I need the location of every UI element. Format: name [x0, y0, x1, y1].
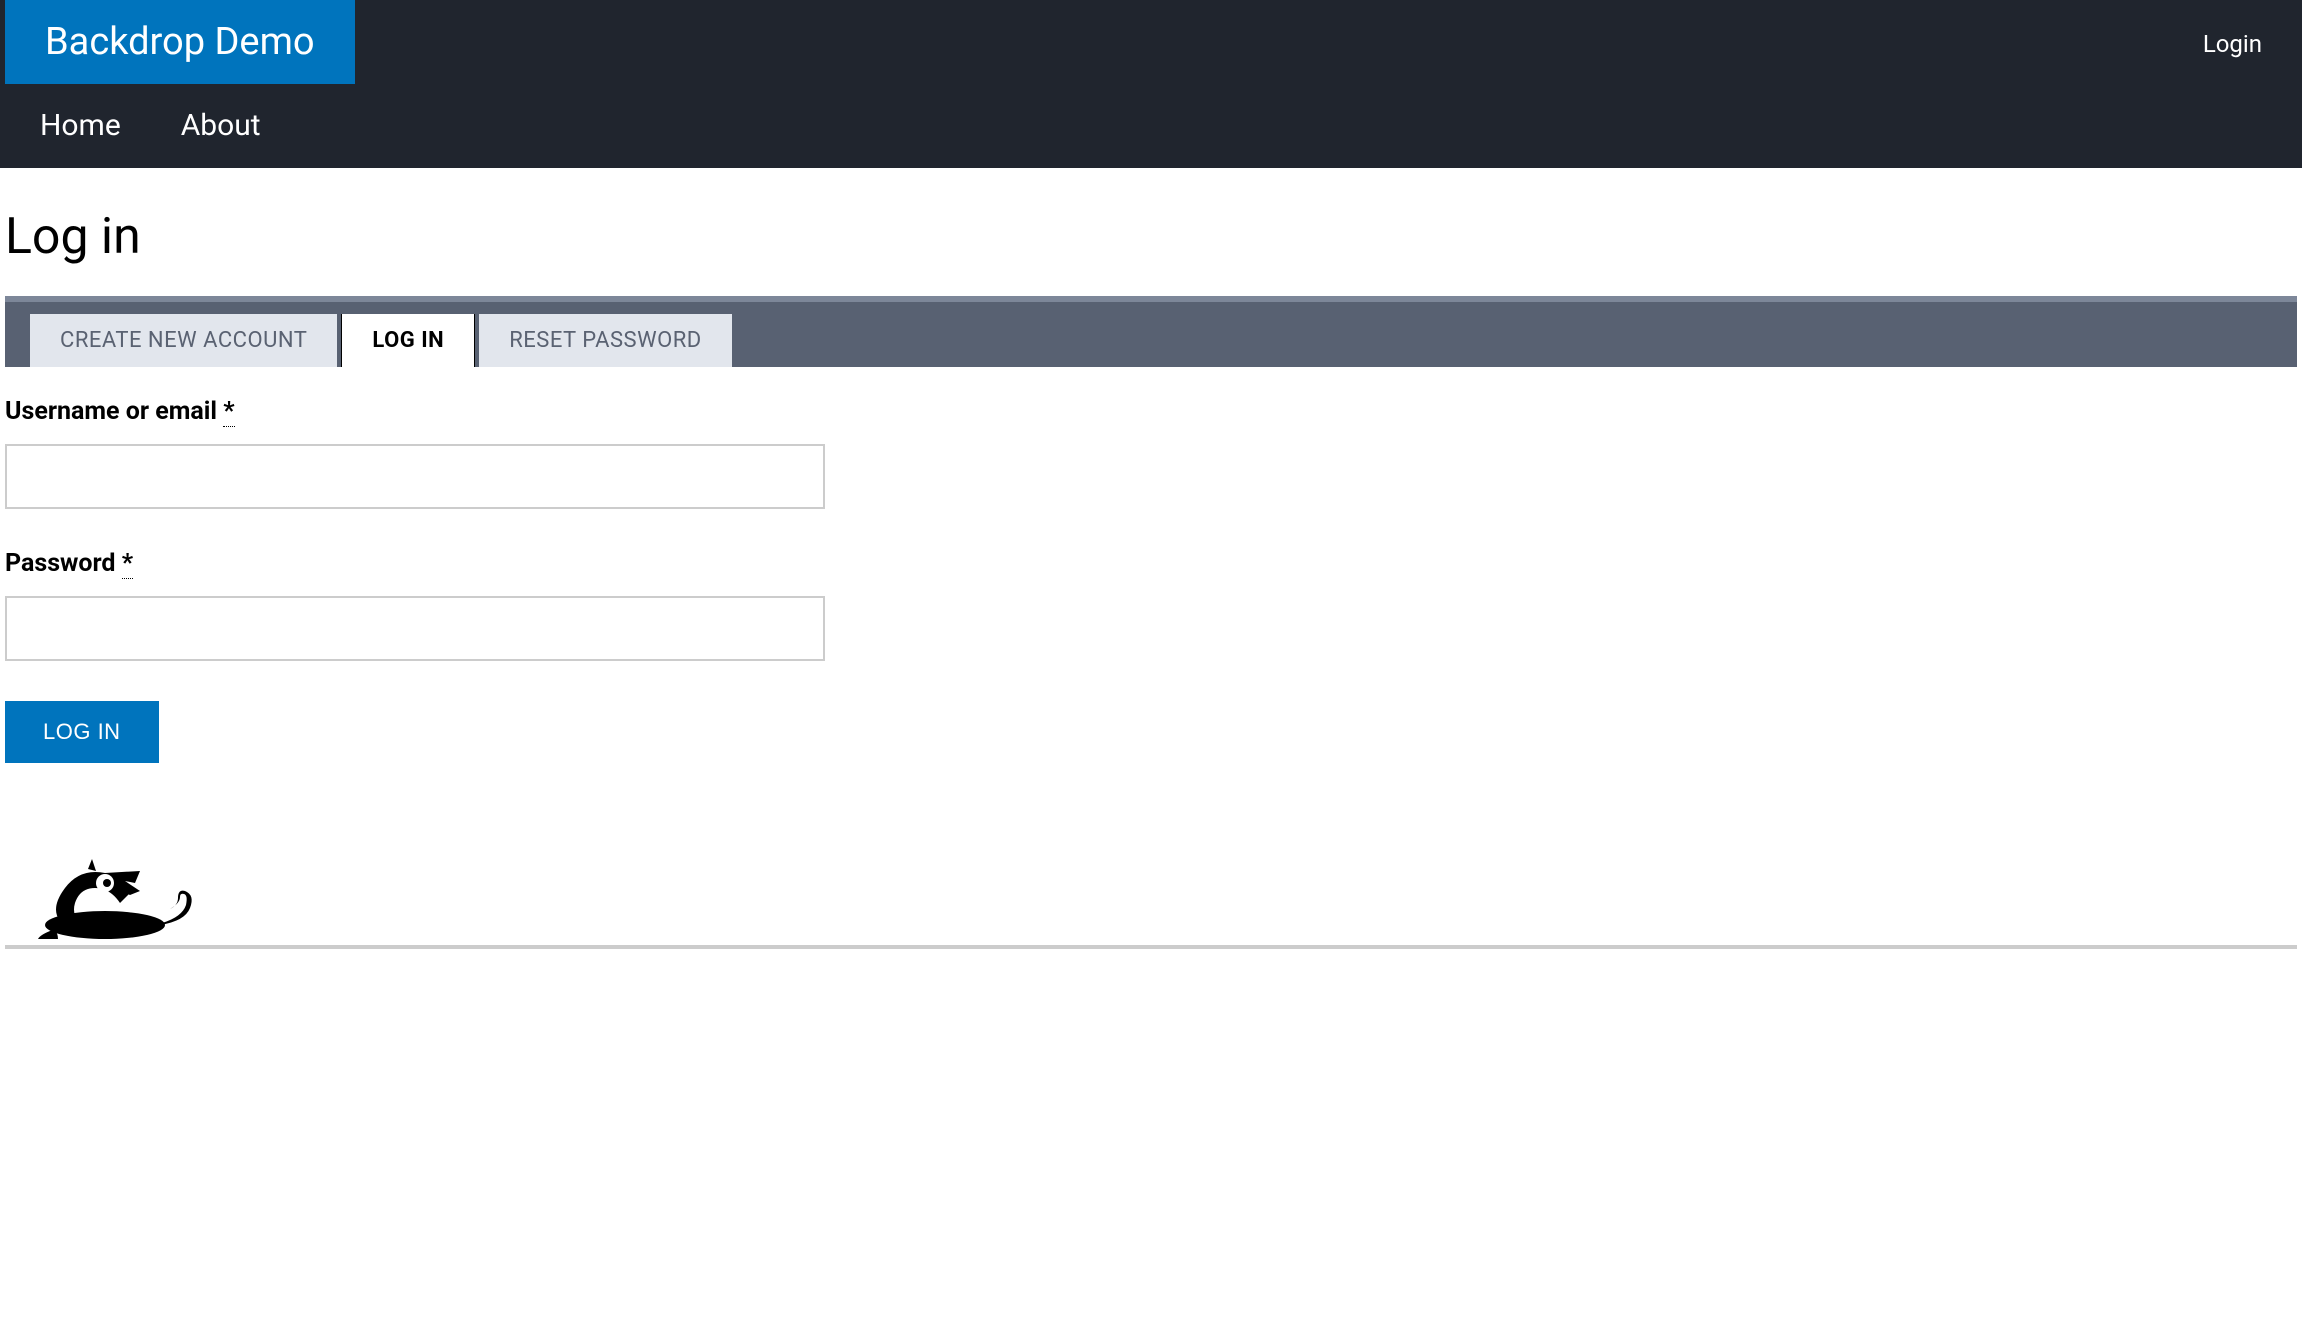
required-indicator: * — [122, 549, 133, 579]
login-link[interactable]: Login — [2163, 0, 2302, 88]
password-group: Password * — [5, 549, 2297, 661]
tabs-container: CREATE NEW ACCOUNT LOG IN RESET PASSWORD — [5, 296, 2297, 367]
nav-menu: Home About — [0, 88, 2302, 168]
password-label: Password * — [5, 549, 2297, 578]
username-label: Username or email * — [5, 397, 2297, 426]
header-top: Backdrop Demo Login — [0, 0, 2302, 88]
site-title[interactable]: Backdrop Demo — [5, 0, 355, 84]
header: Backdrop Demo Login Home About — [0, 0, 2302, 168]
password-label-text: Password — [5, 549, 122, 578]
backdrop-logo-icon — [30, 853, 205, 945]
tab-log-in[interactable]: LOG IN — [341, 314, 475, 367]
footer — [5, 853, 2297, 949]
username-group: Username or email * — [5, 397, 2297, 509]
username-label-text: Username or email — [5, 397, 223, 426]
required-indicator: * — [223, 397, 234, 427]
nav-item-home[interactable]: Home — [40, 108, 121, 143]
tab-reset-password[interactable]: RESET PASSWORD — [479, 314, 732, 367]
nav-item-about[interactable]: About — [181, 108, 261, 143]
login-form: Username or email * Password * LOG IN — [5, 367, 2297, 793]
page-title: Log in — [5, 208, 2297, 266]
password-input[interactable] — [5, 596, 825, 661]
tab-create-account[interactable]: CREATE NEW ACCOUNT — [30, 314, 337, 367]
content: Log in CREATE NEW ACCOUNT LOG IN RESET P… — [0, 208, 2302, 949]
log-in-button[interactable]: LOG IN — [5, 701, 159, 763]
username-input[interactable] — [5, 444, 825, 509]
